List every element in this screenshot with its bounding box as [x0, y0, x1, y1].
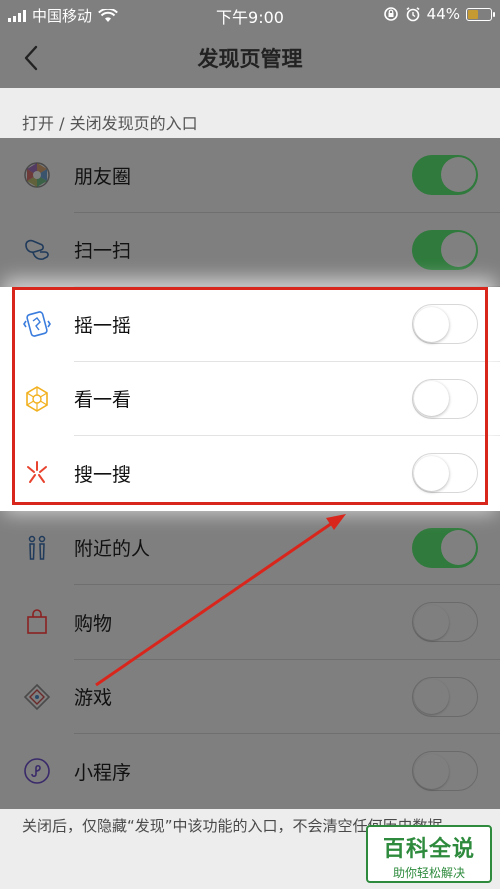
section-caption: 打开 / 关闭发现页的入口 [22, 114, 198, 133]
watermark-title: 百科全说 [382, 837, 475, 862]
entry-list: 朋友圈 扫一扫 摇一摇 看一看 搜一搜 附近的人 购物 游戏 小程序 [0, 138, 500, 809]
mini-programs-icon [24, 758, 50, 785]
list-item-games: 游戏 [0, 659, 500, 734]
list-item-label: 搜一搜 [74, 463, 132, 486]
battery-percent: 44% [426, 5, 460, 23]
status-bar: 中国移动 下午9:00 44% [0, 0, 500, 28]
list-item-shake: 摇一摇 [0, 287, 500, 362]
battery-icon [466, 7, 495, 21]
top-stories-toggle[interactable] [412, 378, 478, 419]
moments-toggle[interactable] [412, 155, 478, 196]
games-icon [23, 683, 51, 710]
list-item-label: 看一看 [74, 389, 132, 412]
watermark-subtitle: 助你轻松解决 [392, 866, 465, 880]
moments-icon [24, 162, 50, 188]
rotation-lock-icon [383, 7, 398, 21]
list-item-search: 搜一搜 [0, 436, 500, 511]
games-toggle[interactable] [412, 676, 478, 717]
list-item-label: 附近的人 [74, 538, 151, 561]
shake-toggle[interactable] [412, 304, 478, 345]
list-item-people-nearby: 附近的人 [0, 510, 500, 585]
list-item-label: 朋友圈 [74, 165, 132, 188]
list-item-shopping: 购物 [0, 585, 500, 660]
scan-toggle[interactable] [412, 229, 478, 270]
search-toggle[interactable] [412, 453, 478, 494]
list-item-mini-programs: 小程序 [0, 734, 500, 809]
people-nearby-icon [28, 535, 46, 560]
shopping-icon [27, 609, 47, 635]
mini-programs-toggle[interactable] [412, 751, 478, 792]
shake-icon [23, 311, 51, 338]
list-item-label: 游戏 [74, 687, 113, 710]
list-item-label: 购物 [74, 612, 113, 635]
list-item-scan: 扫一扫 [0, 212, 500, 287]
people-nearby-toggle[interactable] [412, 527, 478, 568]
list-item-label: 小程序 [74, 761, 132, 784]
list-item-moments: 朋友圈 [0, 138, 500, 213]
scan-icon [25, 239, 49, 260]
page-title: 发现页管理 [197, 47, 303, 71]
search-icon [27, 461, 47, 484]
watermark-logo: 百科全说 助你轻松解决 [366, 825, 492, 883]
nav-bar: 发现页管理 [0, 28, 500, 88]
shopping-toggle[interactable] [412, 602, 478, 643]
list-item-label: 扫一扫 [74, 240, 132, 263]
list-item-top-stories: 看一看 [0, 361, 500, 436]
top-stories-icon [26, 385, 48, 412]
alarm-icon [406, 7, 420, 22]
status-right: 44% [383, 5, 495, 23]
list-item-label: 摇一摇 [74, 314, 132, 337]
